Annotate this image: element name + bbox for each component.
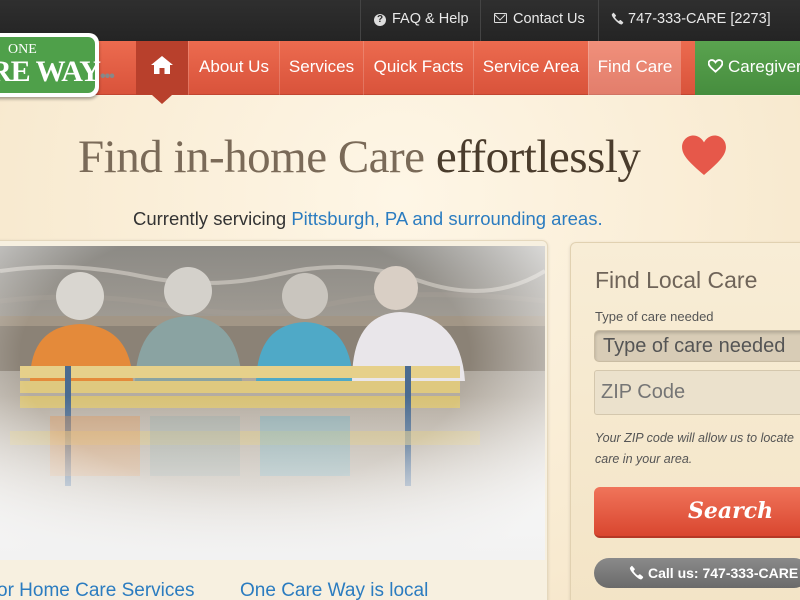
care-type-label: Type of care needed (595, 309, 714, 324)
search-button[interactable]: Search (594, 487, 800, 538)
find-care-title: Find Local Care (595, 267, 758, 293)
question-icon: ? (374, 14, 386, 26)
heart-icon (682, 135, 726, 176)
logo-dots: ••• (100, 68, 115, 85)
zip-code-input[interactable] (594, 370, 800, 415)
top-bar: ? FAQ & Help Contact Us 747-333-CARE [227… (0, 0, 800, 41)
one-care-way-local-link[interactable]: One Care Way is local (240, 580, 428, 600)
nav-find-care[interactable]: Find Care (588, 41, 681, 95)
service-area-line: Currently servicing Pittsburgh, PA and s… (133, 208, 603, 229)
faq-link[interactable]: ? FAQ & Help (360, 0, 480, 41)
nav-caregiver-button[interactable]: Caregiver (695, 41, 800, 95)
nav-about-us[interactable]: About Us (188, 41, 279, 95)
logo-text-main: RE WAY (0, 55, 101, 88)
nav-home-button[interactable] (136, 41, 188, 104)
hero-photo-seniors-on-bench (0, 246, 545, 560)
heart-outline-icon (707, 59, 724, 73)
home-icon (151, 56, 173, 74)
page-headline: Find in-home Care effortlessly (78, 131, 641, 183)
envelope-icon (494, 13, 507, 23)
zip-hint-text: Your ZIP code will allow us to locate ca… (595, 431, 794, 466)
service-area-link[interactable]: Pittsburgh, PA and surrounding areas. (291, 208, 602, 229)
care-type-select[interactable]: Type of care needed (594, 330, 800, 362)
phone-icon (611, 12, 624, 25)
nav-service-area[interactable]: Service Area (473, 41, 588, 95)
nav-services[interactable]: Services (279, 41, 363, 95)
logo[interactable]: ONE RE WAY (0, 33, 101, 97)
call-us-button[interactable]: Call us: 747-333-CARE (594, 558, 800, 588)
find-care-card (570, 242, 800, 600)
contact-link[interactable]: Contact Us (480, 0, 598, 41)
home-care-services-link[interactable]: or Home Care Services (0, 580, 194, 600)
phone-link[interactable]: 747-333-CARE [2273] (598, 0, 800, 41)
phone-icon (629, 565, 644, 580)
nav-quick-facts[interactable]: Quick Facts (363, 41, 473, 95)
